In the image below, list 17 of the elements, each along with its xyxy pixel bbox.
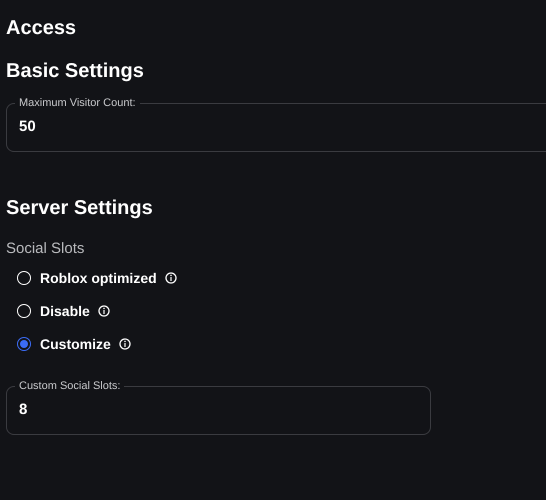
section-heading: Basic Settings — [6, 59, 145, 84]
field-label: Custom Social Slots: — [18, 379, 122, 394]
number-input[interactable]: 8 — [19, 398, 418, 421]
info-icon[interactable] — [98, 305, 110, 317]
number-field[interactable]: Custom Social Slots: 8 — [6, 378, 431, 434]
section-heading: Server Settings — [6, 196, 154, 220]
info-icon[interactable] — [118, 338, 131, 350]
radio-label[interactable]: Roblox optimized — [40, 268, 157, 288]
number-input[interactable]: 50 — [19, 116, 546, 138]
field-label: Maximum Visitor Count: — [18, 96, 137, 111]
radio-button[interactable] — [17, 337, 31, 351]
number-field[interactable]: Maximum Visitor Count: 50 — [6, 95, 546, 152]
radio-label[interactable]: Disable — [40, 300, 90, 322]
radio-label[interactable]: Customize — [40, 334, 111, 354]
page-title: Access — [6, 16, 78, 41]
group-label: Social Slots — [6, 238, 86, 258]
info-icon[interactable] — [164, 272, 177, 284]
